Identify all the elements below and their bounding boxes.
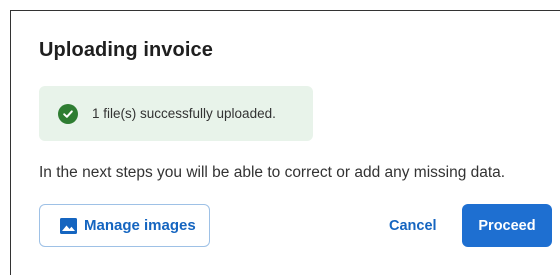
dialog-title: Uploading invoice: [39, 39, 213, 61]
proceed-button[interactable]: Proceed: [462, 204, 552, 247]
success-message: 1 file(s) successfully uploaded.: [92, 106, 276, 121]
success-banner: 1 file(s) successfully uploaded.: [39, 86, 313, 141]
cancel-button[interactable]: Cancel: [389, 204, 437, 247]
image-icon: [60, 217, 77, 234]
upload-dialog: Uploading invoice 1 file(s) successfully…: [10, 10, 560, 275]
check-circle-icon: [58, 103, 78, 124]
info-text: In the next steps you will be able to co…: [39, 164, 506, 181]
manage-images-button[interactable]: Manage images: [39, 204, 210, 247]
manage-images-label: Manage images: [84, 217, 196, 234]
